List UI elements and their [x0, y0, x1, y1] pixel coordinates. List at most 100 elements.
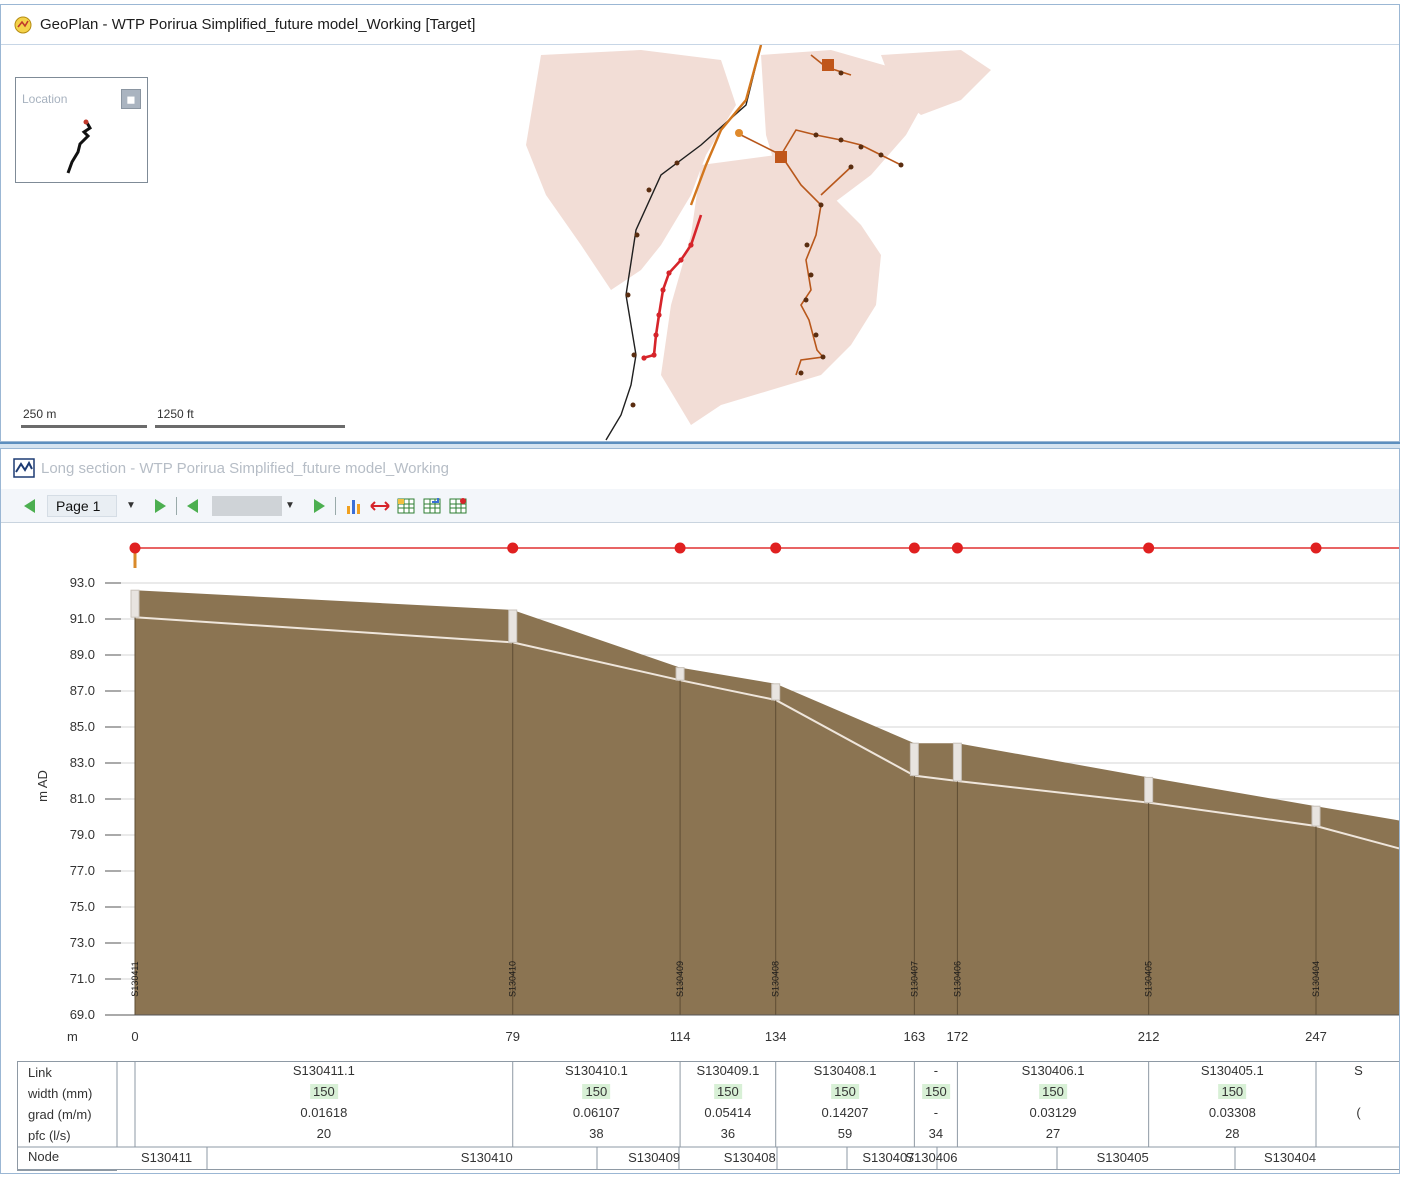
page-dropdown-icon[interactable]: ▼ — [123, 500, 139, 511]
overview-pin-button[interactable]: ◼ — [121, 89, 141, 109]
link-id-cell: S130408.1 — [813, 1063, 877, 1078]
grid-view-button[interactable] — [393, 494, 419, 518]
row-label-grad: grad (m/m) — [28, 1107, 92, 1122]
long-section-window[interactable]: Long section - WTP Porirua Simplified_fu… — [0, 448, 1400, 1174]
link-id-cell: S — [1354, 1063, 1363, 1078]
overview-title: Location — [22, 92, 68, 106]
link-width-cell: 150 — [582, 1084, 611, 1099]
toolbar-separator — [335, 496, 336, 515]
scale-label-feet: 1250 ft — [157, 407, 194, 421]
manhole-shaft — [771, 683, 781, 701]
link-width-cell: 150 — [714, 1084, 742, 1099]
long-section-titlebar[interactable]: Long section - WTP Porirua Simplified_fu… — [1, 449, 1399, 487]
link-pfc-cell: 38 — [589, 1126, 604, 1141]
arrow-left-icon — [24, 498, 35, 513]
node-label: S130405 — [1144, 961, 1154, 997]
link-pfc-cell: 28 — [1225, 1126, 1240, 1141]
hydraulic-node — [129, 542, 141, 554]
row-label-width: width (mm) — [28, 1086, 93, 1101]
row-label-pfc: pfc (l/s) — [28, 1128, 71, 1143]
link-grad-cell: 0.03308 — [1208, 1105, 1256, 1120]
y-tick-label: 73.0 — [70, 935, 95, 950]
section-select[interactable] — [212, 495, 282, 516]
link-grad-cell: - — [933, 1105, 939, 1120]
y-tick-label: 71.0 — [70, 971, 95, 986]
arrow-left-icon — [187, 498, 198, 513]
link-pfc-cell: 36 — [720, 1126, 736, 1141]
link-width-cell: 150 — [1218, 1084, 1247, 1099]
fit-width-button[interactable] — [367, 494, 393, 518]
long-section-title: Long section - WTP Porirua Simplified_fu… — [41, 459, 449, 477]
pump-station-icon — [775, 151, 787, 163]
hydraulic-node — [908, 542, 920, 554]
geoplan-window[interactable]: GeoPlan - WTP Porirua Simplified_future … — [0, 4, 1400, 442]
network-map[interactable] — [1, 45, 1400, 442]
node-cell: S130410 — [460, 1150, 513, 1165]
link-width-cell: 150 — [1039, 1084, 1067, 1099]
y-tick-label: 87.0 — [70, 683, 95, 698]
previous-section-button[interactable] — [182, 495, 204, 517]
section-dropdown-icon[interactable]: ▼ — [282, 500, 298, 511]
link-grad-cell: ( — [1356, 1105, 1361, 1120]
table-row-labels: Link width (mm) grad (m/m) pfc (l/s) Nod… — [17, 1061, 117, 1171]
toolbar-separator — [176, 496, 177, 515]
y-axis-label: m AD — [35, 770, 50, 802]
x-axis: 0 79 114 134 163 172 212 247 — [121, 1014, 1399, 1044]
link-grad-cell: 0.06107 — [572, 1105, 620, 1120]
link-grad-cell: 0.05414 — [704, 1105, 752, 1120]
land-parcels — [526, 50, 991, 425]
chart-properties-button[interactable] — [341, 494, 367, 518]
hydraulic-node — [674, 542, 686, 554]
x-tick-label: 114 — [670, 1029, 691, 1044]
x-tick-label: 172 — [947, 1029, 969, 1044]
hydraulic-node — [507, 542, 519, 554]
link-id-cell: S130410.1 — [564, 1063, 628, 1078]
row-label-node: Node — [28, 1149, 60, 1164]
geoplan-titlebar[interactable]: GeoPlan - WTP Porirua Simplified_future … — [1, 5, 1399, 45]
y-tick-label: 91.0 — [70, 611, 95, 626]
link-id-cell: S130405.1 — [1200, 1063, 1264, 1078]
node-label: S130408 — [771, 961, 781, 997]
horizontal-arrows-icon — [370, 500, 390, 511]
node-label: S130409 — [675, 961, 685, 997]
x-tick-label: 134 — [765, 1029, 787, 1044]
arrow-right-icon — [314, 498, 325, 513]
x-tick-label: 79 — [505, 1029, 519, 1044]
manhole-shaft — [508, 609, 518, 643]
manhole-shaft — [1311, 805, 1321, 827]
long-section-icon — [13, 458, 35, 478]
hydraulic-node — [1143, 542, 1155, 554]
manhole-shaft — [1144, 776, 1154, 804]
manhole-shaft — [675, 667, 685, 681]
node-cell: S130406 — [905, 1150, 958, 1165]
y-tick-label: 69.0 — [70, 1007, 95, 1022]
node-cell: S130404 — [1264, 1150, 1317, 1165]
node-label: S130410 — [508, 961, 518, 997]
node-label: S130406 — [952, 961, 962, 997]
copy-grid-button[interactable] — [445, 494, 471, 518]
long-section-plot[interactable]: 93.0 91.0 89.0 87.0 85.0 83.0 81.0 79.0 77.0 75.0… — [1, 524, 1400, 1059]
long-section-toolbar: Page 1 ▼ ▼ — [1, 489, 1399, 523]
x-tick-label: 163 — [904, 1029, 926, 1044]
row-label-link: Link — [28, 1065, 52, 1080]
junction-icon — [735, 129, 743, 137]
geoplan-title: GeoPlan - WTP Porirua Simplified_future … — [40, 16, 476, 33]
y-tick-label: 75.0 — [70, 899, 95, 914]
export-grid-button[interactable] — [419, 494, 445, 518]
link-grad-cell: 0.03129 — [1029, 1105, 1077, 1120]
overview-panel[interactable]: Location ◼ — [15, 77, 148, 183]
link-pfc-cell: 59 — [837, 1126, 853, 1141]
geoplan-app-icon — [14, 16, 32, 33]
previous-page-button[interactable] — [19, 495, 41, 517]
table-copy-icon — [449, 497, 467, 513]
ground-profile — [134, 590, 1399, 1015]
next-page-button[interactable] — [149, 495, 171, 517]
next-section-button[interactable] — [308, 495, 330, 517]
y-tick-label: 85.0 — [70, 719, 95, 734]
page-select[interactable]: Page 1 — [47, 494, 117, 517]
y-tick-label: 89.0 — [70, 647, 95, 662]
ground-fill — [135, 590, 1399, 1015]
x-tick-label: 0 — [131, 1029, 138, 1044]
hydraulic-node — [951, 542, 963, 554]
overview-thumbnail — [66, 119, 92, 174]
